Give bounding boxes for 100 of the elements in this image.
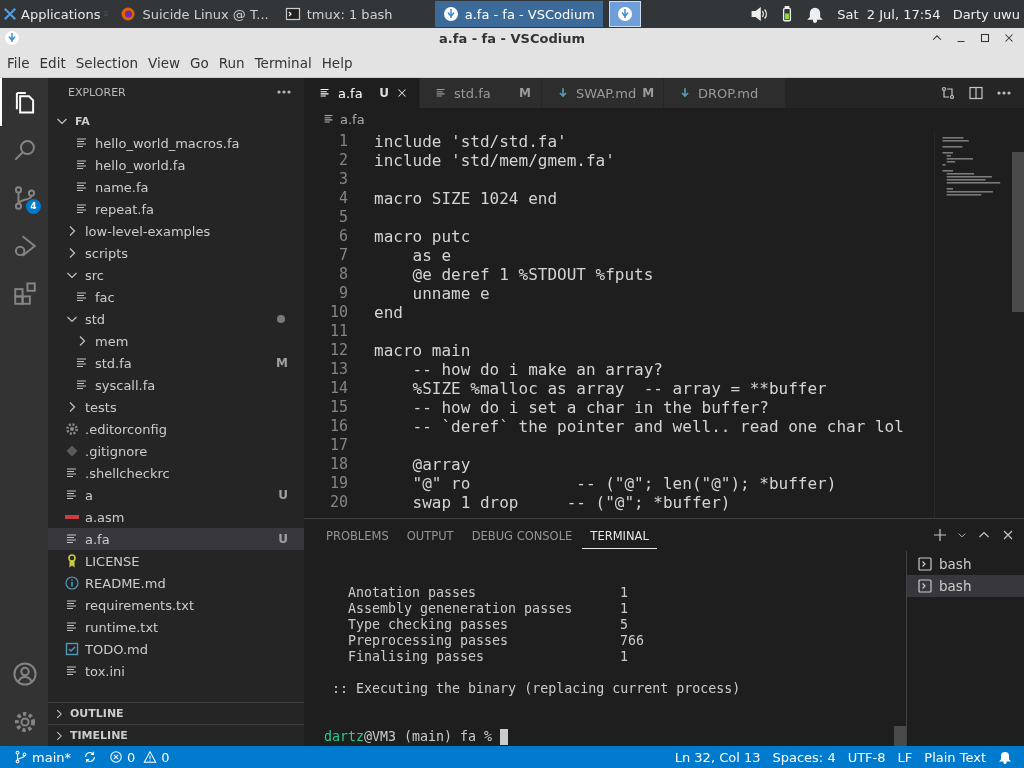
tree-item[interactable]: src: [48, 264, 304, 286]
panel-tab[interactable]: PROBLEMS: [318, 521, 397, 549]
tree-item[interactable]: FA: [48, 110, 304, 132]
tree-item[interactable]: fac: [48, 286, 304, 308]
line-number: 8: [337, 265, 348, 284]
window-button[interactable]: a.fa - fa - VSCodium: [434, 1, 603, 27]
menu-item[interactable]: Help: [316, 54, 358, 71]
tree-item[interactable]: a U: [48, 484, 304, 506]
scrollbar-thumb[interactable]: [1012, 152, 1024, 312]
menu-item[interactable]: Selection: [70, 54, 143, 71]
tree-item[interactable]: .shellcheckrc: [48, 462, 304, 484]
terminal-list-item[interactable]: bash: [907, 553, 1024, 575]
section-header[interactable]: OUTLINE: [48, 702, 304, 724]
code-line: @array: [411, 455, 471, 474]
terminal-prompt: dartz@VM3 (main) fa %: [324, 729, 493, 745]
editor-tab[interactable]: SWAP.md M: [542, 78, 664, 108]
user-name[interactable]: Darty uwu: [952, 6, 1020, 22]
error-icon: [109, 750, 123, 764]
line-number: 11: [328, 322, 348, 341]
app-button[interactable]: [608, 1, 641, 27]
status-item[interactable]: LF: [891, 749, 919, 765]
activity-item[interactable]: 4: [0, 174, 48, 222]
split-editor-icon[interactable]: [968, 85, 984, 101]
code-line: %SIZE %malloc as array -- array = **buffer: [411, 379, 827, 398]
code-line: "@" ro -- ("@"; len("@"); *buffer): [411, 474, 837, 493]
menu-item[interactable]: Go: [185, 54, 214, 71]
tree-item[interactable]: tests: [48, 396, 304, 418]
menu-item[interactable]: File: [2, 54, 35, 71]
app-logo-icon: [442, 6, 459, 22]
problems-button[interactable]: 0 0: [103, 749, 180, 765]
compare-icon[interactable]: [940, 85, 956, 101]
line-number: 13: [328, 360, 348, 379]
tree-item[interactable]: syscall.fa: [48, 374, 304, 396]
editor-tab[interactable]: std.fa M: [420, 78, 542, 108]
menu-item[interactable]: View: [142, 54, 185, 71]
terminal-text: Finalising passes: [348, 649, 486, 665]
tree-item[interactable]: std: [48, 308, 304, 330]
tree-item[interactable]: tox.ini: [48, 660, 304, 682]
tree-item[interactable]: repeat.fa: [48, 198, 304, 220]
window-button[interactable]: tmux: 1 bash: [276, 1, 435, 27]
volume-icon[interactable]: [750, 5, 769, 23]
terminal-text: Assembly geneneration passes: [348, 601, 574, 617]
code-line: end: [374, 303, 403, 322]
clock[interactable]: Sat 2 Jul, 17:54: [837, 6, 941, 22]
branch-icon: [14, 750, 28, 764]
status-item[interactable]: Spaces: 4: [766, 749, 842, 765]
tree-item[interactable]: .gitignore: [48, 440, 304, 462]
tree-item[interactable]: LICENSE: [48, 550, 304, 572]
editor-tab[interactable]: a.fa U: [304, 78, 420, 108]
panel-tab[interactable]: DEBUG CONSOLE: [463, 521, 581, 549]
line-number: 2: [337, 151, 348, 170]
status-item[interactable]: Ln 32, Col 13: [668, 749, 767, 765]
tree-item[interactable]: a.fa U: [48, 528, 304, 550]
play-bug-icon: [12, 233, 38, 259]
menu-item[interactable]: Run: [213, 54, 250, 71]
tree-item[interactable]: .editorconfig: [48, 418, 304, 440]
code-line: include 'std/mem/gmem.fa': [374, 151, 615, 170]
breadcrumb-item[interactable]: a.fa: [322, 111, 365, 127]
panel-tab[interactable]: TERMINAL: [582, 521, 657, 549]
menu-item[interactable]: Edit: [34, 54, 71, 71]
code-line: @e deref 1 %STDOUT %fputs: [411, 265, 654, 284]
tree-item[interactable]: hello_world_macros.fa: [48, 132, 304, 154]
bell-icon[interactable]: [806, 5, 825, 23]
sync-icon[interactable]: [83, 750, 97, 764]
tree-item[interactable]: a.asm: [48, 506, 304, 528]
tree-item[interactable]: low-level-examples: [48, 220, 304, 242]
status-letter: M: [519, 86, 531, 100]
tree-item[interactable]: mem: [48, 330, 304, 352]
tree-item[interactable]: runtime.txt: [48, 616, 304, 638]
menu-item[interactable]: Terminal: [249, 54, 317, 71]
tree-item[interactable]: TODO.md: [48, 638, 304, 660]
browser-icon: [120, 6, 137, 22]
applications-menu[interactable]: Applications: [0, 0, 103, 28]
tree-item[interactable]: name.fa: [48, 176, 304, 198]
scrollbar-thumb[interactable]: [894, 726, 906, 746]
maximize-icon[interactable]: [978, 31, 992, 45]
bell-icon[interactable]: [998, 750, 1012, 764]
tree-item[interactable]: std.fa M: [48, 352, 304, 374]
tree-item[interactable]: requirements.txt: [48, 594, 304, 616]
search-icon: [12, 137, 38, 163]
editor-tab[interactable]: DROP.md: [664, 78, 786, 108]
tree-item[interactable]: scripts: [48, 242, 304, 264]
line-number: 17: [328, 436, 348, 455]
line-number: 12: [328, 341, 348, 360]
diamond-icon: [64, 443, 80, 459]
panel-tab[interactable]: OUTPUT: [398, 521, 462, 549]
status-item[interactable]: Plain Text: [918, 749, 992, 765]
down-arrow-icon: [678, 86, 692, 100]
terminal-list-item[interactable]: bash: [907, 575, 1024, 597]
window-button[interactable]: Suicide Linux @ T...: [112, 1, 277, 27]
app-logo-icon: [4, 30, 20, 46]
branch-button[interactable]: main*: [8, 749, 77, 765]
status-item[interactable]: UTF-8: [841, 749, 892, 765]
tree-item[interactable]: README.md: [48, 572, 304, 594]
code-line: -- `deref` the pointer and well.. read one char lol: [411, 417, 904, 436]
tree-item[interactable]: hello_world.fa: [48, 154, 304, 176]
terminal-text: 5: [620, 617, 629, 633]
account-icon: [12, 661, 38, 687]
plus-icon[interactable]: [932, 527, 948, 543]
terminal-text: Anotation passes: [348, 585, 478, 601]
